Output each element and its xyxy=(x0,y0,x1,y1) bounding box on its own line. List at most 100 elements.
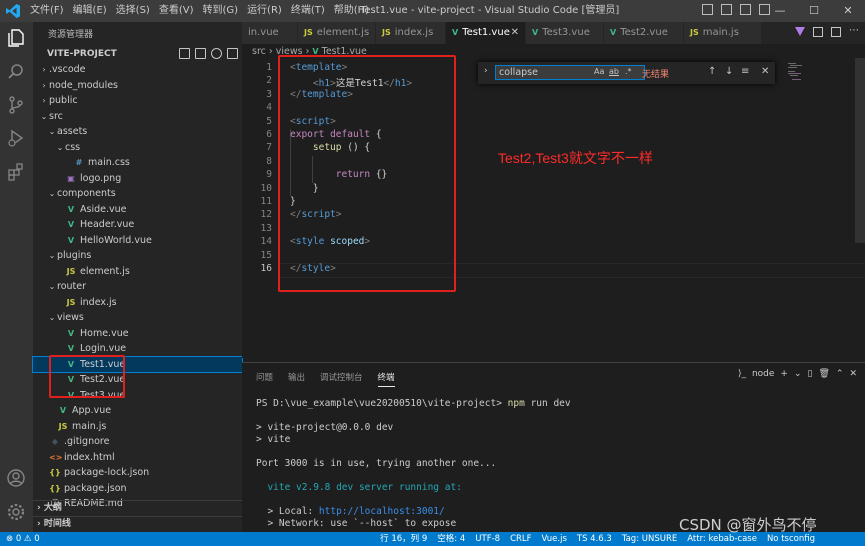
tree-item[interactable]: › .vscode xyxy=(33,62,242,78)
split-editor-icon[interactable] xyxy=(831,27,841,37)
tree-item[interactable]: ◆ .gitignore xyxy=(33,434,242,450)
status-item[interactable]: 空格: 4 xyxy=(437,532,465,546)
terminal-select[interactable]: node xyxy=(752,369,774,379)
find-input[interactable]: collapse xyxy=(495,65,645,80)
menu-terminal[interactable]: 终端(T) xyxy=(291,0,325,22)
chevron-down-icon: ⌄ xyxy=(40,111,48,121)
close-window-button[interactable]: ✕ xyxy=(831,0,865,22)
manage-gear-icon[interactable] xyxy=(6,502,26,522)
tab-output[interactable]: 输出 xyxy=(288,371,305,387)
timeline-section[interactable]: › 时间线 xyxy=(33,516,242,532)
tree-item[interactable]: ⌄ router xyxy=(33,279,242,295)
menu-run[interactable]: 运行(R) xyxy=(247,0,282,22)
previous-match-button[interactable]: ↑ xyxy=(708,66,716,77)
line-number: 15 xyxy=(260,249,272,261)
tree-item[interactable]: V Home.vue xyxy=(33,326,242,342)
tree-item-label: index.js xyxy=(80,296,117,308)
tab-main-js[interactable]: JS main.js xyxy=(684,22,762,44)
tree-item[interactable]: ⌄ css xyxy=(33,140,242,156)
tree-item[interactable]: ⌄ views xyxy=(33,310,242,326)
tree-item[interactable]: › public xyxy=(33,93,242,109)
tab-in-vue[interactable]: in.vue xyxy=(242,22,298,44)
breadcrumb-part[interactable]: src xyxy=(252,46,266,57)
tree-item[interactable]: V Aside.vue xyxy=(33,202,242,218)
status-item[interactable]: CRLF xyxy=(510,532,531,546)
tree-item[interactable]: {} package.json xyxy=(33,481,242,497)
menu-go[interactable]: 转到(G) xyxy=(203,0,239,22)
tree-item[interactable]: ⌄ src xyxy=(33,109,242,125)
split-terminal-icon[interactable]: ▯ xyxy=(808,369,813,379)
whole-word-toggle[interactable]: ab xyxy=(609,67,619,76)
toggle-replace-button[interactable]: › xyxy=(484,66,488,76)
tree-item[interactable]: # main.css xyxy=(33,155,242,171)
tree-item[interactable]: V App.vue xyxy=(33,403,242,419)
js-file-icon: JS xyxy=(66,266,76,276)
minimap[interactable] xyxy=(788,62,818,84)
tree-item[interactable]: {} package-lock.json xyxy=(33,465,242,481)
tab-element-js[interactable]: JS element.js xyxy=(298,22,376,44)
source-control-icon[interactable] xyxy=(6,95,26,115)
tree-item[interactable]: V Header.vue xyxy=(33,217,242,233)
accounts-icon[interactable] xyxy=(6,468,26,488)
tree-item[interactable]: <> index.html xyxy=(33,450,242,466)
regex-toggle[interactable]: .* xyxy=(625,67,632,76)
editor-scrollbar[interactable] xyxy=(855,58,865,243)
search-icon[interactable] xyxy=(6,62,26,82)
toggle-panel-icon[interactable] xyxy=(721,4,732,15)
problems-status[interactable]: ⊗ 0 ⚠ 0 xyxy=(6,532,40,546)
tree-item[interactable]: ⌄ components xyxy=(33,186,242,202)
maximize-panel-icon[interactable]: ⌃ xyxy=(836,369,844,379)
tree-item[interactable]: JS main.js xyxy=(33,419,242,435)
status-item[interactable]: 行 16，列 9 xyxy=(380,532,427,546)
toggle-secondary-sidebar-icon[interactable] xyxy=(740,4,751,15)
status-item[interactable]: Tag: UNSURE xyxy=(622,532,677,546)
maximize-button[interactable]: ☐ xyxy=(797,0,831,22)
toggle-sidebar-icon[interactable] xyxy=(702,4,713,15)
menu-view[interactable]: 查看(V) xyxy=(159,0,194,22)
terminal-dropdown-icon[interactable]: ⌄ xyxy=(794,369,802,379)
terminal-text[interactable]: http://localhost:3001/ xyxy=(319,506,445,517)
tree-item[interactable]: › node_modules xyxy=(33,78,242,94)
kill-terminal-icon[interactable]: 🗑 xyxy=(818,369,829,379)
new-terminal-button[interactable]: + xyxy=(780,369,788,379)
tab-index-js[interactable]: JS index.js xyxy=(376,22,446,44)
tree-item[interactable]: JS index.js xyxy=(33,295,242,311)
close-panel-icon[interactable]: ✕ xyxy=(849,369,857,379)
next-match-button[interactable]: ↓ xyxy=(725,66,733,77)
compare-icon[interactable] xyxy=(813,27,823,37)
tab-test2-vue[interactable]: V Test2.vue xyxy=(604,22,684,44)
explorer-icon[interactable] xyxy=(6,28,26,48)
match-case-toggle[interactable]: Aa xyxy=(594,67,604,76)
tree-item[interactable]: JS element.js xyxy=(33,264,242,280)
outline-section[interactable]: › 大纲 xyxy=(33,500,242,516)
watermark: CSDN @窗外鸟不停 xyxy=(679,516,817,534)
collapse-all-icon[interactable] xyxy=(227,48,238,59)
more-actions-icon[interactable]: ⋯ xyxy=(849,26,859,37)
close-tab-icon[interactable]: ✕ xyxy=(511,22,519,44)
refresh-icon[interactable] xyxy=(211,48,222,59)
status-item[interactable]: TS 4.6.3 xyxy=(577,532,612,546)
tab-test3-vue[interactable]: V Test3.vue xyxy=(526,22,604,44)
tab-debug-console[interactable]: 调试控制台 xyxy=(320,371,363,387)
new-file-icon[interactable] xyxy=(179,48,190,59)
vue-preview-icon[interactable] xyxy=(795,27,805,36)
tab-terminal[interactable]: 终端 xyxy=(377,371,395,387)
find-in-selection-button[interactable]: ≡ xyxy=(741,66,749,77)
status-item[interactable]: Vue.js xyxy=(542,532,567,546)
tree-item[interactable]: ▣ logo.png xyxy=(33,171,242,187)
run-debug-icon[interactable] xyxy=(6,128,26,148)
menu-edit[interactable]: 编辑(E) xyxy=(73,0,107,22)
status-item[interactable]: UTF-8 xyxy=(475,532,500,546)
menu-file[interactable]: 文件(F) xyxy=(30,0,64,22)
tree-item[interactable]: ⌄ plugins xyxy=(33,248,242,264)
tab-test1-vue[interactable]: V Test1.vue ✕ xyxy=(446,22,526,44)
tree-item[interactable]: ⌄ assets xyxy=(33,124,242,140)
close-find-button[interactable]: ✕ xyxy=(761,66,769,77)
new-folder-icon[interactable] xyxy=(195,48,206,59)
outline-label: 大纲 xyxy=(43,503,62,513)
tab-problems[interactable]: 问题 xyxy=(256,371,273,387)
menu-selection[interactable]: 选择(S) xyxy=(116,0,150,22)
minimize-button[interactable]: — xyxy=(763,0,797,22)
tree-item[interactable]: V HelloWorld.vue xyxy=(33,233,242,249)
extensions-icon[interactable] xyxy=(6,162,26,182)
